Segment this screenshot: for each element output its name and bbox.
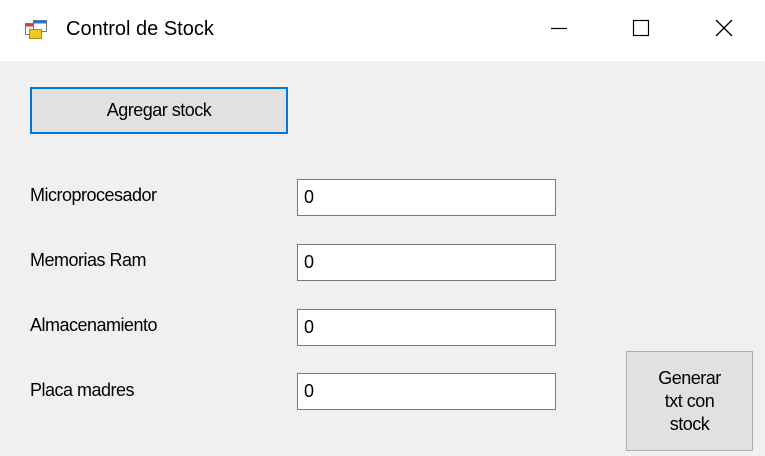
- agregar-stock-label: Agregar stock: [106, 100, 212, 120]
- generar-label-line: stock: [669, 413, 710, 434]
- generar-txt-button[interactable]: Generar txt con stock: [626, 351, 753, 451]
- placa-madres-label: Placa madres: [30, 380, 135, 400]
- generar-txt-label: Generar txt con stock: [658, 367, 721, 436]
- memorias-ram-label: Memorias Ram: [30, 250, 147, 270]
- generar-label-line: Generar: [658, 367, 721, 388]
- app-window: Control de Stock Agregar stock Microproc…: [0, 0, 765, 456]
- memorias-ram-input[interactable]: [297, 244, 556, 281]
- window-title: Control de Stock: [66, 18, 214, 40]
- form-client-area: Agregar stock Microprocesador Memorias R…: [0, 61, 765, 456]
- close-icon: [714, 18, 734, 43]
- agregar-stock-button[interactable]: Agregar stock: [30, 87, 288, 134]
- microprocesador-label: Microprocesador: [30, 185, 157, 205]
- maximize-icon: [631, 18, 651, 43]
- title-bar[interactable]: Control de Stock: [0, 0, 765, 61]
- minimize-icon: [549, 18, 569, 43]
- placa-madres-input[interactable]: [297, 373, 556, 410]
- almacenamiento-label: Almacenamiento: [30, 315, 158, 335]
- app-icon: [25, 20, 47, 39]
- almacenamiento-input[interactable]: [297, 309, 556, 346]
- microprocesador-input[interactable]: [297, 179, 556, 216]
- maximize-button[interactable]: [600, 0, 682, 61]
- close-button[interactable]: [683, 0, 765, 61]
- generar-label-line: txt con: [664, 390, 715, 411]
- minimize-button[interactable]: [518, 0, 600, 61]
